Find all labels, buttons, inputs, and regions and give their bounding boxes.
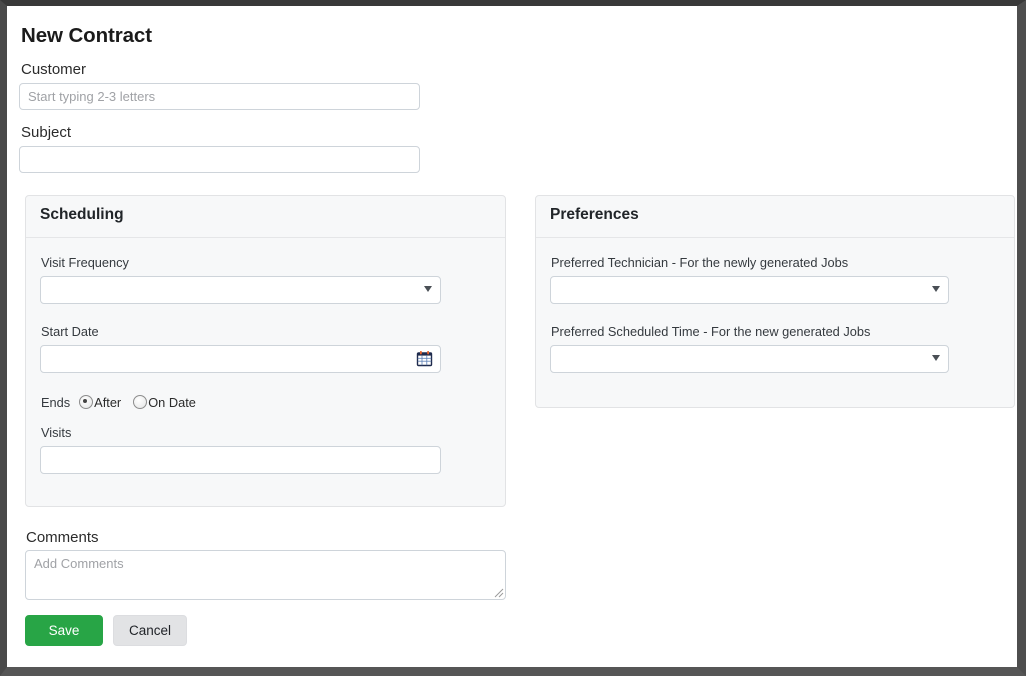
preferred-technician-label: Preferred Technician - For the newly gen… [551,255,849,270]
new-contract-form: New Contract Customer Subject Scheduling [19,24,1015,667]
comments-field-group: Comments [19,529,1009,600]
subject-input[interactable] [19,146,420,173]
preferences-panel-header: Preferences [536,196,1014,238]
customer-label: Customer [21,61,87,78]
save-button[interactable]: Save [25,615,103,646]
ends-option-on-date[interactable]: On Date [133,395,196,410]
visits-label: Visits [41,425,72,440]
start-date-input[interactable] [40,345,441,373]
ends-radio-group: Ends After On Date [41,393,491,411]
customer-field-group: Customer [19,61,1009,110]
comments-label: Comments [26,529,99,546]
visits-input[interactable] [40,446,441,474]
form-actions: Save Cancel [19,615,1009,646]
scheduling-panel: Scheduling Visit Frequency Start Date En… [25,195,506,507]
scheduling-panel-body: Visit Frequency Start Date Ends After On… [26,238,505,474]
preferred-scheduled-time-selected-value [550,345,949,373]
ends-option-after-label: After [94,394,122,410]
visit-frequency-select[interactable] [40,276,441,304]
ends-label: Ends [41,394,71,410]
preferred-scheduled-time-select[interactable] [550,345,949,373]
panels-row: Scheduling Visit Frequency Start Date En… [19,195,1015,507]
ends-option-on-date-label: On Date [148,394,196,410]
subject-field-group: Subject [19,124,1009,173]
chevron-down-icon [424,286,432,292]
preferences-panel-body: Preferred Technician - For the newly gen… [536,238,1014,373]
comments-textarea[interactable] [25,550,506,600]
start-date-label: Start Date [41,324,99,339]
cancel-button[interactable]: Cancel [113,615,187,646]
browser-window-frame: New Contract Customer Subject Scheduling [0,0,1026,676]
chevron-down-icon [932,355,940,361]
calendar-icon[interactable] [416,350,433,367]
page-title: New Contract [21,24,152,47]
preferences-panel: Preferences Preferred Technician - For t… [535,195,1015,408]
preferences-panel-title: Preferences [550,206,639,223]
page-canvas: New Contract Customer Subject Scheduling [7,6,1017,667]
radio-after-indicator[interactable] [79,395,94,409]
preferred-technician-select[interactable] [550,276,949,304]
visit-frequency-label: Visit Frequency [41,255,129,270]
preferred-technician-selected-value [550,276,949,304]
preferred-scheduled-time-label: Preferred Scheduled Time - For the new g… [551,324,871,339]
ends-option-after[interactable]: After [79,395,121,410]
customer-input[interactable] [19,83,420,110]
comments-textarea-wrap [25,550,506,600]
visit-frequency-selected-value [40,276,441,304]
start-date-field [40,345,441,373]
chevron-down-icon [932,286,940,292]
subject-label: Subject [21,124,72,141]
scheduling-panel-title: Scheduling [40,206,124,223]
radio-on-date-indicator[interactable] [133,395,148,409]
scheduling-panel-header: Scheduling [26,196,505,238]
